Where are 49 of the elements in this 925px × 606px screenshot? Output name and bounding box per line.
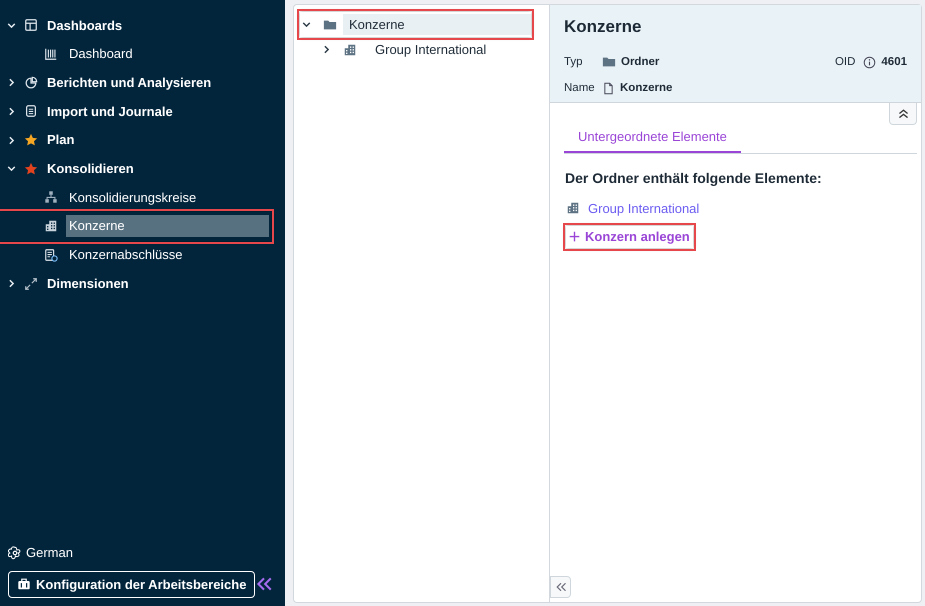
bar-chart-icon [44,47,58,62]
plus-icon [569,231,580,242]
sidebar-item[interactable]: Berichten und Analysieren [0,68,285,98]
sidebar-item[interactable]: Dashboards [0,11,285,40]
section-heading: Der Ordner enthält folgende Elemente: [565,168,823,188]
create-link[interactable]: Konzern anlegen [566,226,693,248]
flower-icon [8,546,22,560]
detail-title: Konzerne [564,17,642,38]
tree-item[interactable]: Group International [369,38,492,60]
double-chevron-up-icon [896,107,910,120]
star-icon [24,162,38,176]
sidebar-item[interactable]: Dimensionen [0,269,285,298]
language-label: German [26,544,73,562]
layout-icon [24,18,38,32]
field-label: Typ [564,54,584,70]
sidebar-item[interactable]: Dashboard [66,43,136,65]
field-value: 4601 [881,54,907,70]
star-icon [24,133,38,148]
building-icon [566,201,580,216]
sidebar-item[interactable]: Konzernabschlüsse [66,244,186,266]
folder-icon [323,18,337,32]
building-icon [343,42,357,56]
file-icon [602,82,615,95]
report-icon [44,248,58,262]
config-button[interactable]: Konfiguration der Arbeitsbereiche [8,570,256,598]
field-value: Ordner [621,54,660,70]
sidebar-item[interactable]: Konsolidieren [0,154,285,184]
hierarchy-icon [44,190,58,204]
sidebar-item[interactable]: Plan [0,126,285,154]
expand-tree-button[interactable] [550,576,571,598]
briefcase-icon [17,577,31,592]
field-label: OID [834,54,856,70]
tab[interactable]: Untergeordnete Elemente [564,125,741,152]
tree-item[interactable]: Konzerne [343,14,531,36]
element-link[interactable]: Group International [588,198,700,218]
expand-arrows-icon [24,276,38,291]
sidebar-item[interactable]: Import und Journale [0,97,285,126]
building-icon [44,219,58,234]
double-chevron-left-icon [255,575,274,594]
document-icon [24,104,38,118]
collapse-header-button[interactable] [889,103,917,125]
pie-chart-icon [24,76,38,90]
double-chevron-left-icon [554,581,566,593]
sidebar-item[interactable]: Konsolidierungskreise [66,186,200,208]
sidebar-item[interactable]: Konzerne [66,215,269,237]
info-icon [863,56,876,69]
field-label: Name [564,80,594,96]
field-value: Konzerne [620,80,672,96]
folder-icon [602,55,616,70]
